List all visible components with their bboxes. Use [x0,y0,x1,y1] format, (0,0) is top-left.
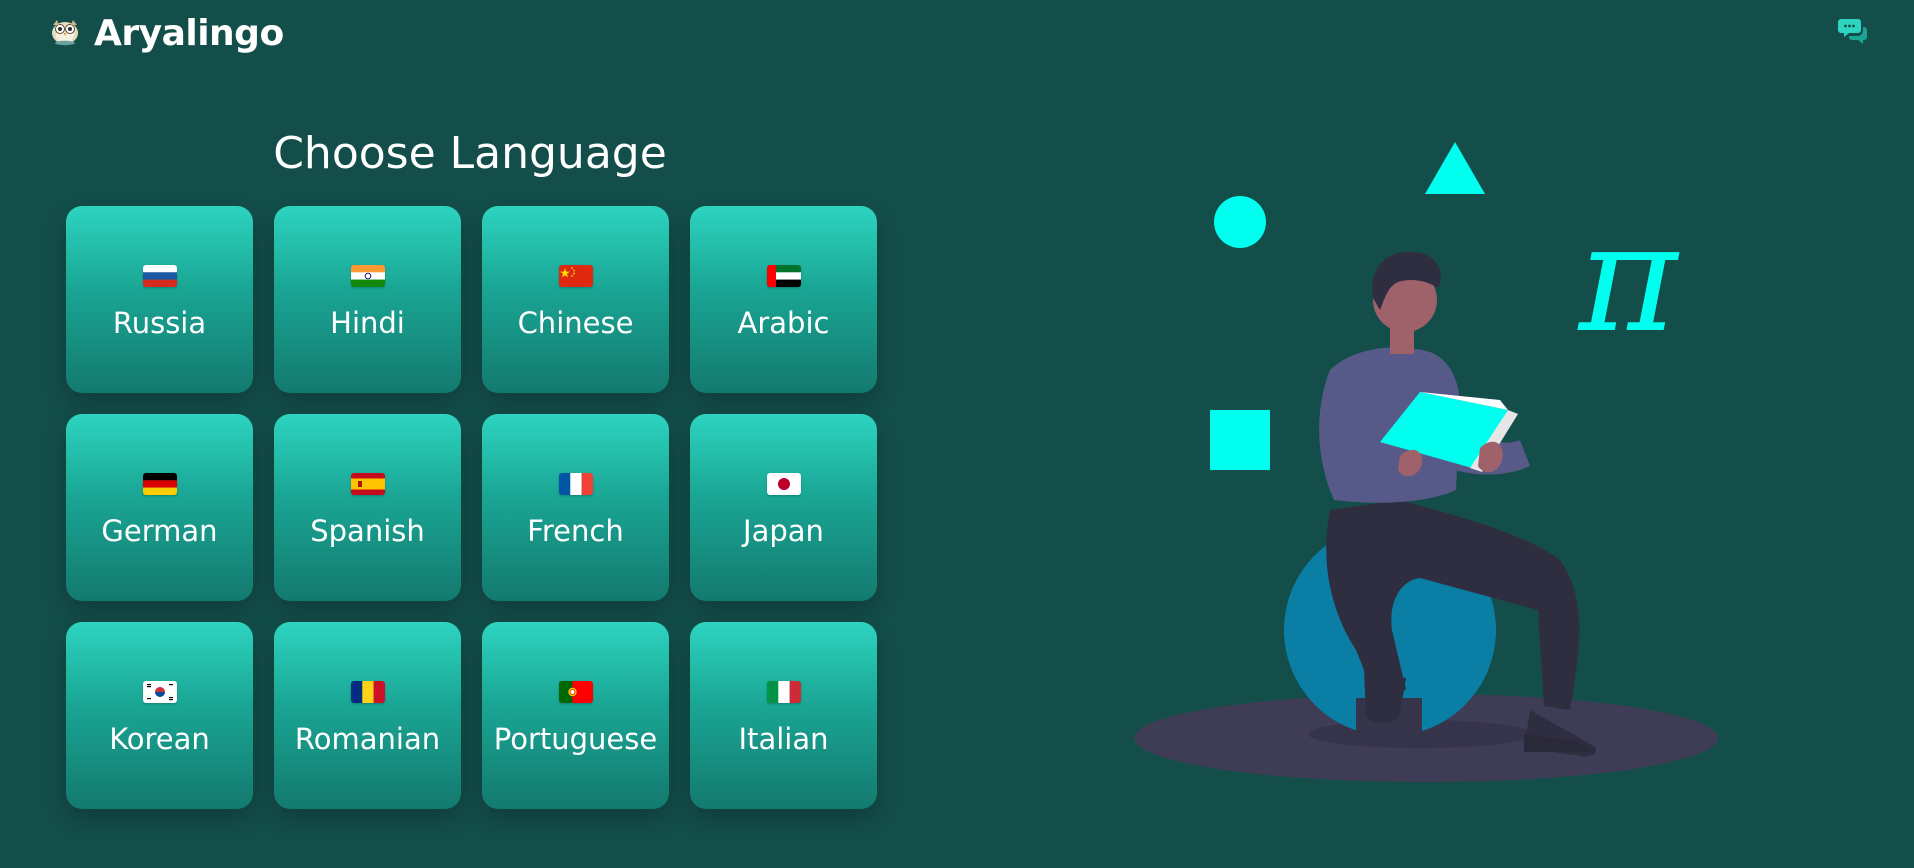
language-label: Japan [743,513,824,548]
france-flag-icon [558,472,593,495]
language-label: French [527,513,624,548]
language-card-chinese[interactable]: Chinese [482,206,669,393]
language-label: Russia [112,305,207,340]
language-card-german[interactable]: German [66,414,253,601]
language-label: Portuguese [493,721,658,756]
language-label: Arabic [737,305,830,340]
spain-flag-icon [350,472,385,495]
language-label: Italian [738,721,829,756]
person-reading-book-illustration: π [1120,130,1780,810]
language-card-italian[interactable]: Italian [690,622,877,809]
japan-flag-icon [766,472,801,495]
language-card-romanian[interactable]: Romanian [274,622,461,809]
floating-circle-shape [1214,196,1266,248]
owl-logo-icon[interactable] [48,16,82,46]
germany-flag-icon [142,472,177,495]
portugal-flag-icon [558,680,593,703]
language-card-korean[interactable]: Korean [66,622,253,809]
language-label: Hindi [330,305,405,340]
top-header: Aryalingo [0,0,1914,70]
china-flag-icon [558,264,593,287]
romania-flag-icon [350,680,385,703]
india-flag-icon [350,264,385,287]
language-card-russia[interactable]: Russia [66,206,253,393]
language-card-french[interactable]: French [482,414,669,601]
language-card-hindi[interactable]: Hindi [274,206,461,393]
language-grid: Russia Hindi Chinese Arabic German Spani… [66,206,877,809]
floating-square-shape [1210,410,1270,470]
language-label: Korean [109,721,210,756]
chat-bubbles-icon[interactable] [1838,16,1868,46]
language-label: Chinese [517,305,634,340]
language-card-arabic[interactable]: Arabic [690,206,877,393]
pi-symbol: π [1577,192,1680,366]
uae-flag-icon [766,264,801,287]
language-label: Spanish [310,513,425,548]
language-card-portuguese[interactable]: Portuguese [482,622,669,809]
russia-flag-icon [142,264,177,287]
language-label: Romanian [294,721,441,756]
language-card-spanish[interactable]: Spanish [274,414,461,601]
app-title[interactable]: Aryalingo [94,10,284,58]
language-label: German [101,513,218,548]
page-title: Choose Language [273,128,667,179]
language-card-japan[interactable]: Japan [690,414,877,601]
floating-triangle-shape [1425,142,1485,194]
south-korea-flag-icon [142,680,177,703]
italy-flag-icon [766,680,801,703]
